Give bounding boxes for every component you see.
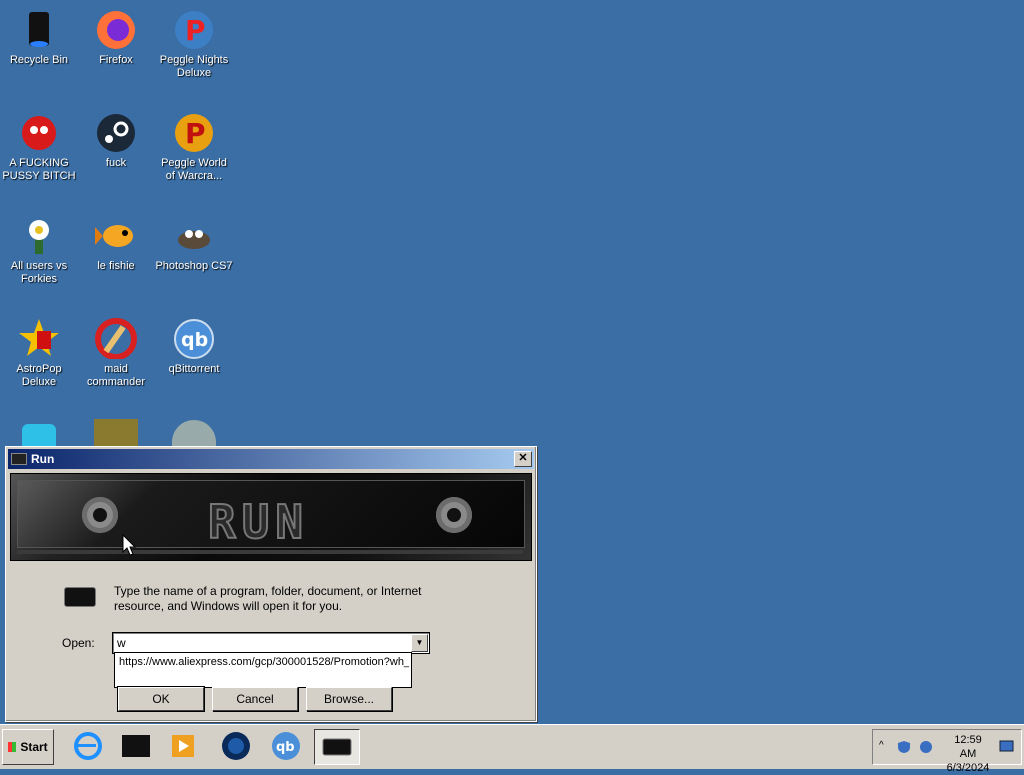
desktop-icon-maid-commander[interactable]: maid commander	[77, 309, 155, 389]
taskbar: Start qb ^ 12:59 AM 6/3/2024	[0, 724, 1024, 774]
taskbar-ie[interactable]	[66, 729, 110, 763]
peggle-icon: P	[172, 6, 216, 50]
taskbar-terminal[interactable]	[114, 729, 158, 763]
disc-icon	[172, 420, 216, 446]
cancel-button[interactable]: Cancel	[212, 687, 298, 711]
firefox-icon	[94, 6, 138, 50]
taskbar-media-player[interactable]	[162, 729, 206, 763]
open-input[interactable]: w	[117, 636, 126, 650]
media-player-icon	[172, 735, 194, 757]
peggle-icon: P	[172, 109, 216, 153]
gear-icon	[436, 497, 472, 533]
run-app-icon	[64, 587, 96, 607]
desktop-icon-astropop[interactable]: AstroPop Deluxe	[0, 309, 78, 389]
desktop-icon-peggle-wow[interactable]: P Peggle World of Warcra...	[155, 103, 233, 183]
globe-icon	[222, 732, 250, 760]
open-combobox[interactable]: w ▼	[112, 632, 430, 654]
windows-logo-icon	[8, 742, 17, 752]
banner-bar	[17, 550, 523, 554]
desktop-icon-qbittorrent[interactable]: qb qBittorrent	[155, 309, 233, 376]
dropdown-arrow-icon[interactable]: ▼	[411, 634, 428, 652]
start-label: Start	[20, 740, 48, 754]
title-bar[interactable]: Run ✕	[8, 449, 534, 469]
svg-text:P: P	[185, 117, 206, 150]
network-icon[interactable]	[919, 740, 933, 754]
recycle-bin-icon	[17, 6, 61, 50]
autocomplete-item[interactable]: https://www.aliexpress.com/gcp/300001528…	[119, 656, 409, 668]
taskbar-qbittorrent[interactable]: qb	[264, 729, 308, 763]
autocomplete-list: https://www.aliexpress.com/gcp/300001528…	[114, 652, 412, 688]
chevron-up-icon[interactable]: ^	[879, 740, 884, 751]
gem-icon	[22, 424, 56, 446]
clock[interactable]: 12:59 AM 6/3/2024	[945, 733, 991, 775]
steam-icon	[94, 109, 138, 153]
desktop-icon-photoshop[interactable]: Photoshop CS7	[155, 206, 233, 273]
svg-text:qb: qb	[276, 740, 295, 755]
terminal-icon	[122, 735, 150, 757]
fish-icon	[94, 212, 138, 256]
red-creature-icon	[17, 109, 61, 153]
gear-icon	[82, 497, 118, 533]
desktop-icon-red-creature[interactable]: A FUCKING PUSSY BITCH	[0, 103, 78, 183]
taskbar-run[interactable]	[314, 729, 360, 765]
ok-button[interactable]: OK	[117, 686, 205, 712]
astropop-icon	[17, 315, 61, 359]
browse-button[interactable]: Browse...	[306, 687, 392, 711]
desktop-icon-steam[interactable]: fuck	[77, 103, 155, 170]
run-icon	[11, 453, 27, 465]
flower-icon	[17, 212, 61, 256]
desktop-icon-fishie[interactable]: le fishie	[77, 206, 155, 273]
clock-time: 12:59 AM	[954, 734, 982, 760]
open-label: Open:	[62, 636, 95, 650]
close-button[interactable]: ✕	[514, 451, 532, 467]
run-banner: RUN	[10, 473, 532, 561]
run-dialog: Run ✕ RUN Type the name of a program, fo…	[5, 446, 537, 722]
qbittorrent-icon: qb	[272, 732, 300, 760]
qbittorrent-icon: qb	[172, 315, 216, 359]
run-icon	[322, 738, 352, 756]
beaver-icon	[94, 419, 138, 446]
banner-text: RUN	[207, 494, 310, 550]
taskbar-globe[interactable]	[214, 729, 258, 763]
internet-explorer-icon	[74, 732, 102, 760]
desktop-icon-firefox[interactable]: Firefox	[77, 0, 155, 67]
shield-icon[interactable]	[897, 740, 911, 754]
show-desktop-icon[interactable]	[999, 740, 1015, 754]
desktop-icon-peggle-nights[interactable]: P Peggle Nights Deluxe	[155, 0, 233, 80]
system-tray: ^ 12:59 AM 6/3/2024	[872, 729, 1022, 774]
start-button[interactable]: Start	[2, 729, 54, 765]
clock-date: 6/3/2024	[946, 762, 990, 774]
ccleaner-icon	[94, 315, 138, 360]
gimp-icon	[172, 212, 216, 256]
svg-text:qb: qb	[181, 329, 208, 351]
mouse-cursor-icon	[122, 534, 136, 556]
window-title: Run	[31, 452, 55, 466]
description-text: Type the name of a program, folder, docu…	[114, 584, 422, 613]
desktop-icon-forkies[interactable]: All users vs Forkies	[0, 206, 78, 286]
desktop-icon-recycle-bin[interactable]: Recycle Bin	[0, 0, 78, 67]
svg-text:P: P	[185, 14, 206, 47]
